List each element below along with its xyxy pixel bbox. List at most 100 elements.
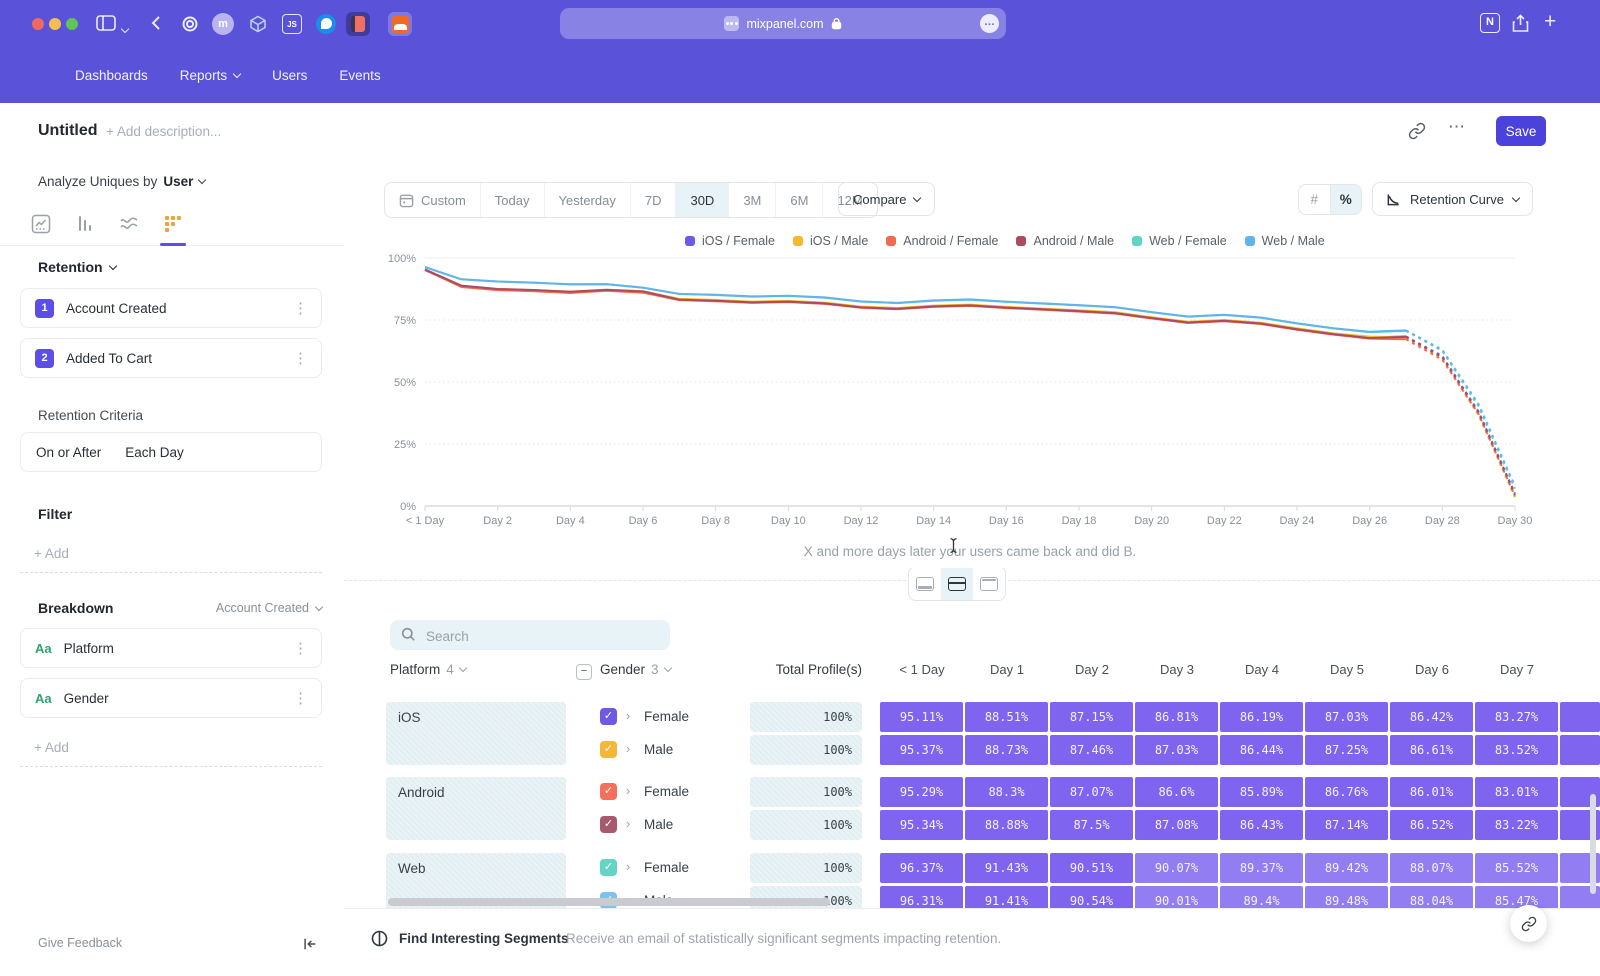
retention-step-1[interactable]: 1 Account Created ⋮ [20, 288, 322, 328]
retention-value-cell[interactable]: 91.41% [965, 886, 1048, 908]
retention-value-cell[interactable]: 89.48% [1305, 886, 1388, 908]
extension-red-icon[interactable] [346, 12, 370, 36]
day-column-header[interactable]: Day 1 [965, 662, 1049, 677]
retention-value-cell[interactable]: 86.42% [1390, 702, 1473, 732]
range-custom[interactable]: Custom [385, 183, 480, 217]
extension-bird-icon[interactable] [314, 12, 338, 36]
horizontal-scrollbar[interactable] [388, 898, 830, 906]
retention-value-cell[interactable]: 87.14% [1305, 810, 1388, 840]
give-feedback-link[interactable]: Give Feedback [38, 936, 122, 950]
total-profiles-header[interactable]: Total Profile(s) [724, 662, 862, 677]
day-column-header[interactable]: Day 2 [1050, 662, 1134, 677]
select-all-checkbox[interactable]: − [576, 664, 592, 680]
retention-value-cell[interactable]: 88.07% [1390, 853, 1473, 883]
retention-value-cell[interactable]: 91.43% [965, 853, 1048, 883]
gender-label[interactable]: Female [644, 860, 689, 875]
retention-value-cell[interactable]: 87.07% [1050, 777, 1133, 807]
retention-value-cell[interactable]: 89.4% [1220, 886, 1303, 908]
retention-step-2[interactable]: 2 Added To Cart ⋮ [20, 338, 322, 378]
tab-flows[interactable] [118, 213, 140, 235]
breakdown-scope-select[interactable]: Account Created [216, 601, 322, 615]
expand-chevron-icon[interactable]: › [626, 741, 630, 756]
breakdown-property-label[interactable]: Gender [64, 691, 109, 706]
retention-value-cell[interactable]: 88.88% [965, 810, 1048, 840]
range-3m[interactable]: 3M [728, 183, 775, 217]
retention-value-cell[interactable]: 86.6% [1135, 777, 1218, 807]
retention-value-cell[interactable]: 88.3% [965, 777, 1048, 807]
gender-column-header[interactable]: Gender3 [600, 662, 671, 677]
new-tab-icon[interactable]: + [1544, 10, 1556, 34]
kebab-menu-icon[interactable]: ⋮ [293, 301, 308, 316]
gender-checkbox[interactable]: ✓ [600, 708, 617, 725]
retention-value-cell[interactable]: 88.51% [965, 702, 1048, 732]
legend-item[interactable]: Android / Male [1016, 234, 1114, 248]
step-event-label[interactable]: Account Created [66, 301, 167, 316]
analyze-uniques-row[interactable]: Analyze Uniques by User [38, 174, 205, 189]
retention-value-cell[interactable]: 95.29% [880, 777, 963, 807]
extension-soundcloud-icon[interactable] [388, 12, 412, 36]
gender-checkbox[interactable]: ✓ [600, 816, 617, 833]
breakdown-item-gender[interactable]: Aa Gender ⋮ [20, 678, 322, 718]
url-bar[interactable]: mixpanel.com … [560, 8, 1006, 39]
step-event-label[interactable]: Added To Cart [66, 351, 152, 366]
extension-cube-icon[interactable] [246, 12, 270, 36]
close-window-button[interactable] [32, 18, 44, 30]
retention-value-cell[interactable]: 86.76% [1305, 777, 1388, 807]
legend-item[interactable]: Android / Female [886, 234, 998, 248]
retention-value-cell[interactable]: 87.08% [1135, 810, 1218, 840]
percent-toggle[interactable]: % [1330, 185, 1362, 214]
retention-value-cell[interactable]: 87.25% [1305, 735, 1388, 765]
retention-value-cell[interactable]: 88.73% [965, 735, 1048, 765]
nav-dashboards[interactable]: Dashboards [75, 68, 148, 83]
gender-label[interactable]: Male [644, 742, 673, 757]
retention-value-cell[interactable]: 90.51% [1050, 853, 1133, 883]
day-column-header[interactable]: Day 5 [1305, 662, 1389, 677]
copy-link-icon[interactable] [1408, 122, 1426, 140]
gender-label[interactable]: Female [644, 709, 689, 724]
split-view-icon[interactable] [941, 568, 973, 600]
more-options-icon[interactable]: ⋯ [1448, 117, 1465, 137]
platform-cell-ios[interactable]: iOS [386, 702, 566, 765]
range-today[interactable]: Today [480, 183, 544, 217]
range-yesterday[interactable]: Yesterday [544, 183, 630, 217]
platform-cell-android[interactable]: Android [386, 777, 566, 840]
compare-button[interactable]: Compare [838, 182, 935, 216]
chart-type-select[interactable]: Retention Curve [1372, 182, 1533, 216]
notion-icon[interactable]: N [1480, 13, 1500, 33]
retention-value-cell[interactable]: 87.46% [1050, 735, 1133, 765]
retention-value-cell[interactable]: 95.34% [880, 810, 963, 840]
retention-section-label[interactable]: Retention [38, 259, 116, 275]
gender-label[interactable]: Male [644, 817, 673, 832]
retention-value-cell[interactable]: 90.54% [1050, 886, 1133, 908]
platform-column-header[interactable]: Platform4 [390, 662, 466, 677]
gender-checkbox[interactable]: ✓ [600, 859, 617, 876]
expand-chevron-icon[interactable]: › [626, 783, 630, 798]
legend-item[interactable]: iOS / Female [685, 234, 775, 248]
retention-value-cell[interactable]: 95.37% [880, 735, 963, 765]
retention-value-cell[interactable]: 87.5% [1050, 810, 1133, 840]
minimize-window-button[interactable] [49, 18, 61, 30]
tab-funnels[interactable] [74, 213, 96, 235]
chevron-down-icon[interactable] [122, 19, 128, 37]
retention-value-cell[interactable]: 83.22% [1475, 810, 1558, 840]
retention-value-cell[interactable]: 96.37% [880, 853, 963, 883]
kebab-menu-icon[interactable]: ⋮ [293, 641, 308, 656]
kebab-menu-icon[interactable]: ⋮ [293, 691, 308, 706]
gender-checkbox[interactable]: ✓ [600, 783, 617, 800]
legend-item[interactable]: Web / Female [1132, 234, 1227, 248]
day-column-header[interactable]: Day 6 [1390, 662, 1474, 677]
nav-users[interactable]: Users [272, 68, 307, 83]
retention-value-cell[interactable]: 85.52% [1475, 853, 1558, 883]
share-icon[interactable] [1512, 14, 1529, 33]
retention-value-cell[interactable]: 86.43% [1220, 810, 1303, 840]
retention-value-cell[interactable]: 87.03% [1135, 735, 1218, 765]
criteria-interval[interactable]: Each Day [125, 445, 184, 460]
day-column-header[interactable]: < 1 Day [880, 662, 964, 677]
retention-value-cell[interactable]: 86.52% [1390, 810, 1473, 840]
retention-value-cell[interactable]: 96.31% [880, 886, 963, 908]
retention-value-cell[interactable]: 87.15% [1050, 702, 1133, 732]
legend-item[interactable]: Web / Male [1245, 234, 1325, 248]
legend-item[interactable]: iOS / Male [793, 234, 868, 248]
breakdown-property-label[interactable]: Platform [64, 641, 114, 656]
save-button[interactable]: Save [1496, 116, 1546, 146]
